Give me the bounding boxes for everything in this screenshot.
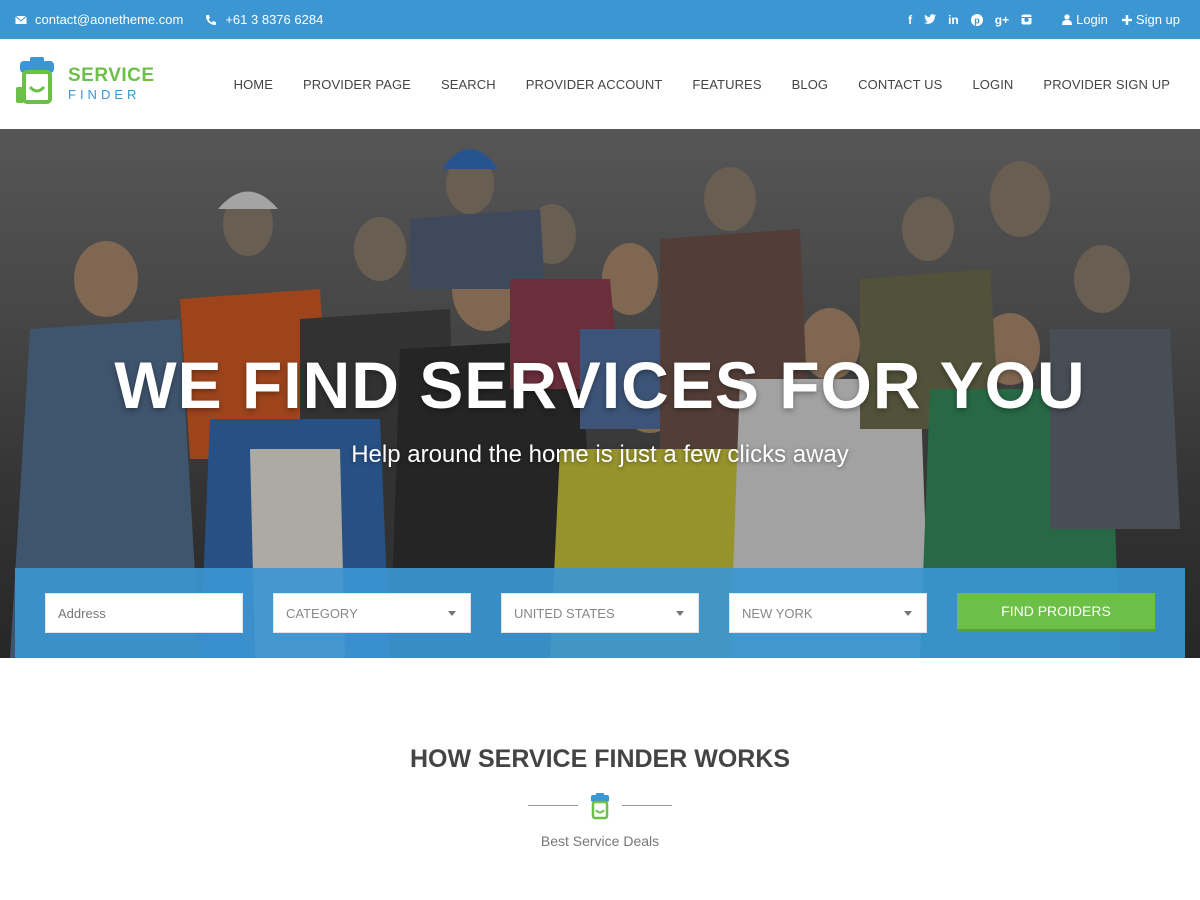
contact-info: contact@aonetheme.com +61 3 8376 6284 [15,0,323,39]
signup-label[interactable]: Sign up [1136,12,1180,27]
address-input[interactable] [58,605,242,621]
chevron-down-icon [904,611,912,616]
find-providers-button[interactable]: FIND PROIDERS [957,593,1155,632]
facebook-icon[interactable]: f [908,13,912,27]
plus-icon [1121,14,1132,25]
logo-mark-icon [16,57,54,104]
chevron-down-icon [676,611,684,616]
nav-item-contact-us[interactable]: CONTACT US [858,77,942,92]
main-nav: HOME PROVIDER PAGE SEARCH PROVIDER ACCOU… [234,39,1170,129]
city-select[interactable]: NEW YORK [729,593,927,633]
google-plus-icon[interactable]: g+ [995,13,1009,27]
login-label[interactable]: Login [1076,12,1108,27]
chevron-down-icon [448,611,456,616]
nav-item-features[interactable]: FEATURES [692,77,761,92]
linkedin-icon[interactable]: in [948,13,959,27]
phone-text[interactable]: +61 3 8376 6284 [225,12,323,27]
divider-line-left [528,805,578,806]
country-select-value: UNITED STATES [514,605,615,621]
phone-icon [206,14,217,25]
twitter-icon[interactable] [924,14,937,25]
site-logo[interactable]: SERVICE FINDER [14,57,155,109]
country-select[interactable]: UNITED STATES [501,593,699,633]
top-bar-right: f in p g+ Login Sign up [908,0,1180,39]
login-link[interactable]: Login [1062,12,1108,27]
svg-text:p: p [974,15,980,25]
email-contact[interactable]: contact@aonetheme.com [15,12,183,27]
site-header: SERVICE FINDER HOME PROVIDER PAGE SEARCH… [0,39,1200,129]
social-links: f in p g+ [908,13,1032,27]
section-divider [528,793,672,823]
user-icon [1062,14,1073,25]
nav-item-blog[interactable]: BLOG [792,77,829,92]
instagram-icon[interactable] [1021,14,1032,25]
nav-item-search[interactable]: SEARCH [441,77,496,92]
search-bar: CATEGORY UNITED STATES NEW YORK FIND PRO… [15,568,1185,658]
logo-text: SERVICE FINDER [68,66,155,101]
logo-line-1: SERVICE [68,64,155,86]
nav-item-provider-page[interactable]: PROVIDER PAGE [303,77,411,92]
hero-subtitle: Help around the home is just a few click… [351,441,849,468]
address-field[interactable] [45,593,243,633]
section-title: HOW SERVICE FINDER WORKS [409,745,791,773]
logo-mark-icon [591,793,609,820]
signup-link[interactable]: Sign up [1121,12,1180,27]
top-bar: contact@aonetheme.com +61 3 8376 6284 f … [0,0,1200,39]
nav-item-provider-sign-up[interactable]: PROVIDER SIGN UP [1043,77,1170,92]
category-select-value: CATEGORY [286,605,358,621]
phone-contact[interactable]: +61 3 8376 6284 [205,12,323,27]
nav-item-login[interactable]: LOGIN [972,77,1013,92]
section-tagline: Best Service Deals [540,833,660,849]
divider-line-right [622,805,672,806]
email-text[interactable]: contact@aonetheme.com [35,12,183,27]
logo-line-2: FINDER [68,86,141,102]
nav-item-home[interactable]: HOME [234,77,273,92]
nav-item-provider-account[interactable]: PROVIDER ACCOUNT [526,77,663,92]
city-select-value: NEW YORK [742,605,813,621]
envelope-icon [15,15,27,24]
category-select[interactable]: CATEGORY [273,593,471,633]
hero-title: WE FIND SERVICES FOR YOU [114,348,1086,422]
pinterest-icon[interactable]: p [970,13,983,26]
